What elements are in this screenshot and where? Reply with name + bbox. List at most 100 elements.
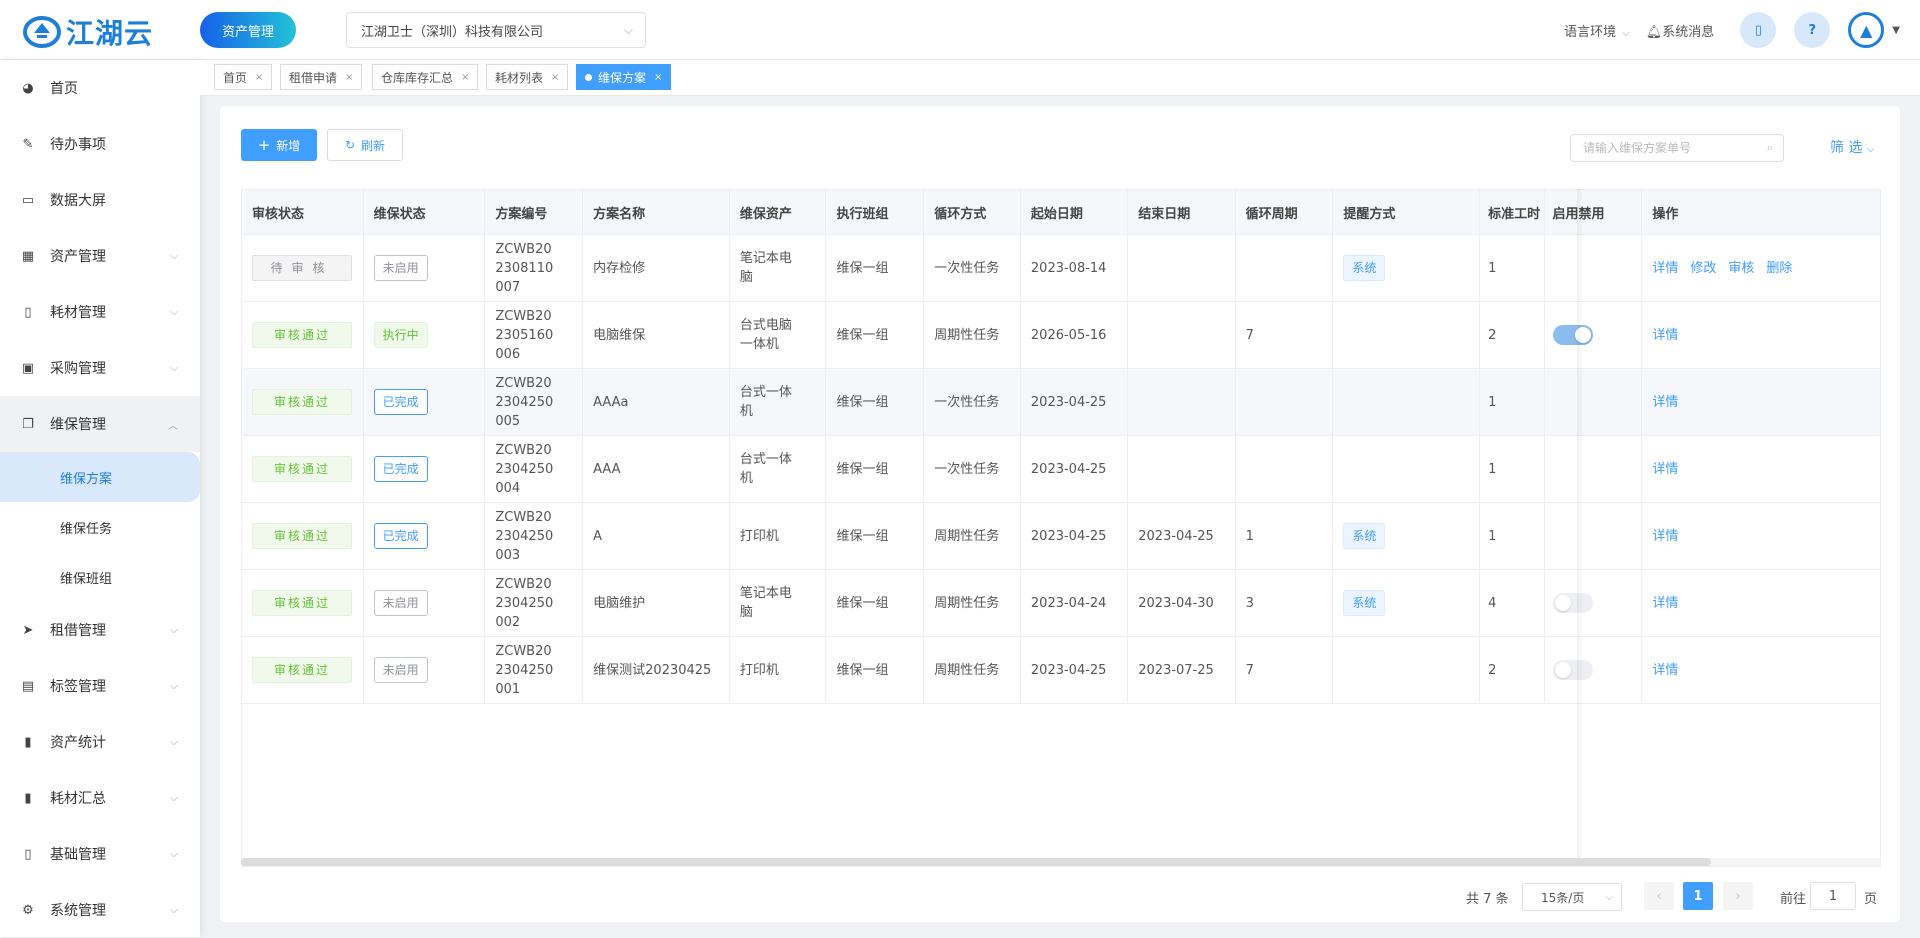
column-header[interactable]: 循环方式 (923, 189, 1021, 235)
sidebar-item-consumables[interactable]: ▯ 耗材管理 ⌵ (0, 284, 200, 340)
table-cell: ZCWB202308110007 (484, 234, 584, 302)
company-select[interactable]: 江湖卫士（深圳）科技有限公司 ⌵ (346, 12, 646, 48)
table-row: 待审核 未启用 ZCWB202308110007 内存检修 笔记本电脑 维保一组 一次性任务… (241, 234, 1881, 302)
table-cell (1234, 368, 1334, 436)
tab-lease-apply[interactable]: 租借申请 × (280, 64, 363, 90)
start-date: 2023-08-14 (1030, 260, 1107, 276)
search-input[interactable] (1583, 141, 1753, 155)
refresh-button[interactable]: ↻ 刷新 (327, 129, 403, 161)
table-cell: 维保一组 (825, 435, 925, 503)
column-header[interactable]: 审核状态 (241, 189, 364, 235)
sidebar-item-todo[interactable]: ✎ 待办事项 (0, 116, 200, 172)
add-button[interactable]: + 新增 (241, 129, 317, 161)
page-size-select[interactable]: 15条/页 ⌵ (1522, 883, 1622, 911)
table-cell: 2023-04-24 (1019, 569, 1129, 637)
chevron-up-icon: ︿ (168, 420, 178, 432)
module-button[interactable]: 资产管理 (200, 12, 296, 48)
op-link[interactable]: 详情 (1652, 261, 1678, 276)
table-cell: 台式一体机 (728, 435, 827, 503)
messages-link[interactable]: 🔔︎系统消息 (1646, 21, 1715, 40)
op-link[interactable]: 修改 (1690, 261, 1716, 276)
sidebar-subitem-maintenance-task[interactable]: 维保任务 (0, 502, 200, 552)
sidebar-item-labels[interactable]: ▤ 标签管理 ⌵ (0, 658, 200, 714)
tab-maintenance-plan[interactable]: 维保方案 × (576, 64, 672, 90)
sidebar-item-label: 系统管理 (50, 903, 106, 919)
column-header[interactable]: 维保资产 (728, 189, 827, 235)
op-link[interactable]: 详情 (1652, 395, 1678, 410)
sidebar-item-datascreen[interactable]: ▭ 数据大屏 (0, 172, 200, 228)
sidebar-item-system[interactable]: ⚙ 系统管理 ⌵ (0, 882, 200, 938)
avatar[interactable]: ▲ (1848, 12, 1885, 48)
op-link[interactable]: 详情 (1652, 328, 1678, 343)
table-row: 审核通过 未启用 ZCWB202304250001 维保测试20230425 打印机 维保… (241, 636, 1881, 704)
close-icon[interactable]: × (654, 72, 662, 83)
dashboard-icon: ◕ (22, 80, 34, 96)
sidebar-subitem-maintenance-team[interactable]: 维保班组 (0, 552, 200, 602)
logo-icon (23, 16, 61, 48)
sidebar-item-home[interactable]: ◕ 首页 (0, 60, 200, 116)
sidebar-item-label: 待办事项 (50, 137, 106, 153)
execution-team: 维保一组 (836, 461, 889, 477)
op-link[interactable]: 删除 (1766, 261, 1792, 276)
tab-consumables-list[interactable]: 耗材列表 × (486, 64, 569, 90)
op-link[interactable]: 详情 (1652, 663, 1678, 678)
op-link[interactable]: 详情 (1652, 596, 1678, 611)
caret-down-icon[interactable]: ▼ (1892, 25, 1900, 36)
page-number-current[interactable]: 1 (1683, 882, 1713, 910)
goto-page-input[interactable] (1810, 882, 1856, 910)
column-header[interactable]: 方案编号 (484, 189, 584, 235)
sidebar-subitem-maintenance-plan[interactable]: 维保方案 (0, 452, 200, 502)
plan-name: 电脑维保 (593, 327, 646, 343)
logo[interactable]: 江湖云 (22, 12, 153, 52)
page-size-value: 15条/页 (1541, 890, 1585, 905)
close-icon[interactable]: × (461, 72, 469, 83)
sidebar-item-maintenance[interactable]: ❐ 维保管理 ︿ (0, 396, 200, 452)
column-header[interactable]: 结束日期 (1127, 189, 1236, 235)
column-header[interactable]: 启用禁用 (1543, 189, 1643, 235)
tab-home[interactable]: 首页 × (214, 64, 273, 90)
column-header[interactable]: 提醒方式 (1332, 189, 1481, 235)
column-header[interactable]: 起始日期 (1019, 189, 1129, 235)
sidebar-item-assets[interactable]: ▦ 资产管理 ⌵ (0, 228, 200, 284)
table-row: 审核通过 已完成 ZCWB202304250003 A 打印机 维保一组 周期性任务 2023… (241, 502, 1881, 570)
search-icon[interactable]: ⌕ (1767, 141, 1773, 155)
remind-tag: 系统 (1343, 523, 1386, 549)
help-button[interactable]: ? (1794, 12, 1831, 48)
enable-toggle[interactable] (1552, 593, 1593, 613)
next-page-button[interactable]: › (1723, 882, 1753, 910)
start-date: 2023-04-25 (1030, 662, 1107, 678)
sidebar-item-consumable-summary[interactable]: ▮ 耗材汇总 ⌵ (0, 770, 200, 826)
chevron-down-icon: ⌵ (170, 848, 178, 860)
column-header[interactable]: 循环周期 (1234, 189, 1334, 235)
enable-toggle[interactable] (1552, 660, 1593, 680)
op-link[interactable]: 详情 (1652, 462, 1678, 477)
filter-button[interactable]: 筛 选 ⌵ (1830, 137, 1875, 157)
enable-toggle[interactable] (1552, 325, 1593, 345)
mobile-button[interactable]: ▯ (1740, 12, 1777, 48)
column-header[interactable]: 执行班组 (825, 189, 925, 235)
table-cell: 笔记本电脑 (728, 234, 827, 302)
column-header[interactable]: 操作 (1641, 189, 1881, 235)
language-switch[interactable]: 语言环境 ⌵ (1564, 21, 1630, 40)
tab-warehouse-summary[interactable]: 仓库库存汇总 × (372, 64, 479, 90)
column-header[interactable]: 标准工时 (1479, 189, 1545, 235)
scrollbar-thumb[interactable] (241, 858, 1711, 866)
close-icon[interactable]: × (551, 72, 559, 83)
op-link[interactable]: 审核 (1728, 261, 1754, 276)
sidebar-item-asset-stats[interactable]: ▮ 资产统计 ⌵ (0, 714, 200, 770)
close-icon[interactable]: × (345, 72, 353, 83)
prev-page-button[interactable]: ‹ (1644, 882, 1674, 910)
close-icon[interactable]: × (255, 72, 263, 83)
standard-hours: 1 (1488, 528, 1497, 544)
sidebar-item-purchase[interactable]: ▣ 采购管理 ⌵ (0, 340, 200, 396)
horizontal-scrollbar[interactable] (241, 858, 1881, 866)
sidebar-item-basic[interactable]: ▯ 基础管理 ⌵ (0, 826, 200, 882)
table-cell (1543, 502, 1643, 570)
sidebar-item-lease[interactable]: ➤ 租借管理 ⌵ (0, 602, 200, 658)
chevron-down-icon: ⌵ (170, 904, 178, 916)
op-link[interactable]: 详情 (1652, 529, 1678, 544)
column-header[interactable]: 方案名称 (582, 189, 730, 235)
table-cell: 1 (1479, 435, 1545, 503)
sidebar-item-label: 基础管理 (50, 847, 106, 863)
column-header[interactable]: 维保状态 (362, 189, 486, 235)
